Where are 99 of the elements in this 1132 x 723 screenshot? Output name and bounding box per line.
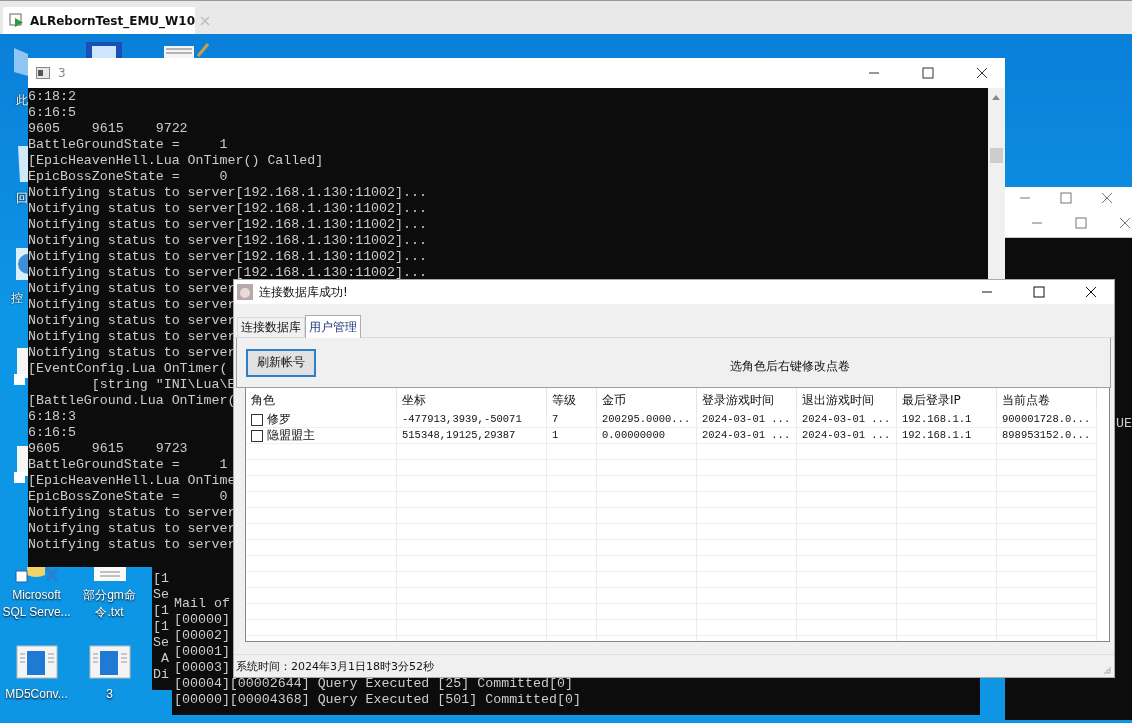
console-line: [00004][00002644] Query Executed [25] Committed[0] [174,676,573,691]
console-line: Notifying status to server [28,297,236,312]
console-line: 6:18:2 [28,89,76,104]
console-line: [00001] [174,644,230,659]
window-icon[interactable] [14,642,59,682]
scroll-thumb[interactable] [990,148,1003,163]
console-line: Notifying status to server [28,537,236,552]
maximize-icon [1033,286,1045,298]
console-line: Notifying status to server [28,313,236,328]
table-cell: 2024-03-01 ... [797,412,897,428]
role-name: 修罗 [267,412,291,427]
scroll-up-icon[interactable] [992,95,1000,100]
minimize-icon [981,291,993,293]
console-line: A [159,651,169,666]
close-icon[interactable] [1100,192,1113,204]
console-line: BattleGroundState = 1 [28,137,228,152]
console-line: Notifying status to server [28,521,236,536]
console-line: [00003] [174,660,230,675]
console-line: Notifying status to server[192.168.1.130:11002]... [28,185,427,200]
shortcut-file-icon[interactable] [14,346,28,386]
table-cell: 192.168.1.1 [897,412,997,428]
close-icon[interactable] [1119,217,1131,229]
vm-icon [9,12,25,29]
checkbox[interactable] [251,429,263,442]
console-line: [1 [153,619,169,634]
icon-label: 部分gm命令.txt [82,587,137,621]
icon-label: Microsoft SQL Serve... [1,587,72,621]
console-line: 6:18:3 [28,409,76,424]
column-header[interactable]: 最后登录IP [897,388,997,412]
console-line: Notifying status to server [28,505,236,520]
table-cell: 7 [547,412,597,428]
console-line: 9605 9615 9722 [28,121,188,136]
console-line: Notifying status to server[192.168.1.130:11002]... [28,201,427,216]
console-line: Notifying status to server [28,329,236,344]
icon-label: 3 [106,686,113,703]
console-line: [EpicHeavenHell.Lua OnTimer() Called] [28,153,324,168]
database-icon[interactable] [14,567,59,583]
close-icon [976,67,988,79]
maximize-icon[interactable] [1060,192,1072,204]
icon-label: 控 [11,290,23,307]
column-header[interactable]: 等级 [547,388,597,412]
icon-label: MD5Conv... [5,686,68,703]
hint-text: 选角色后右键修改点卷 [730,358,850,375]
column-header[interactable]: 当前点卷 [997,388,1097,412]
table-cell: 200295.0000... [597,412,697,428]
console-line: [00002] [174,628,230,643]
icon-label: 回 [16,190,28,207]
console-line: [00000] [174,612,230,627]
checkbox[interactable] [251,413,263,426]
console-line: Se [153,635,169,650]
maximize-icon [922,67,934,79]
column-header[interactable]: 角色 [246,388,397,412]
console-line: EpicBossZoneState = 0 [28,489,228,504]
maximize-icon[interactable] [1075,217,1087,229]
tab[interactable]: 连接数据库 [237,317,305,337]
console-line: 6:16:5 [28,425,76,440]
console-line: EpicBossZoneState = 0 [28,169,228,184]
console-icon [36,67,50,79]
console-line: Notifying status to server [28,345,236,360]
column-header[interactable]: 退出游戏时间 [797,388,897,412]
table-cell: 900001728.0... [997,412,1097,428]
console-line: Notifying status to server[192.168.1.130:11002]... [28,217,427,232]
console-line: [EventConfig.Lua OnTimer( [28,361,228,376]
console-line: BattleGroundState = 1 [28,457,228,472]
console-line: Notifying status to server [28,281,236,296]
console-line: UE [1116,416,1132,431]
shortcut-file-icon[interactable] [14,444,28,484]
notepad-icon[interactable] [162,42,212,58]
console-line: Notifying status to server[192.168.1.130:11002]... [28,265,427,280]
refresh-button[interactable]: 刷新帐号 [246,348,316,377]
icon-label: 此 [16,92,28,109]
console-line: 6:16:5 [28,105,76,120]
console-line: Se [153,587,169,602]
avatar-icon [237,284,253,300]
resize-grip-icon[interactable] [1103,666,1111,674]
minimize-icon [868,72,880,74]
console-line: Mail of [174,596,230,611]
column-header[interactable]: 登录游戏时间 [697,388,797,412]
column-header[interactable]: 金币 [597,388,697,412]
window-title: 3 [58,66,66,80]
console-line: [00000][00004368] Query Executed [501] Committed[0] [174,692,581,707]
table-cell: -477913,3939,-50071 [397,412,547,428]
status-text: 系统时间：2024年3月1日18时3分52秒 [236,658,435,674]
console-line: Notifying status to server[192.168.1.130:11002]... [28,233,427,248]
tab[interactable]: 用户管理 [305,315,361,338]
close-icon [1085,286,1097,298]
console-line: [string "INI\Lua\E [90,377,236,392]
console-line: [1 [153,603,169,618]
column-header[interactable]: 坐标 [397,388,547,412]
console-line: [EpicHeavenHell.Lua OnTime [28,473,236,488]
window-title: 连接数据库成功! [259,283,348,301]
console-line: [BattleGround.Lua OnTimer( [28,393,236,408]
console-line: Notifying status to server[192.168.1.130:11002]... [28,249,427,264]
table-cell: 2024-03-01 ... [697,412,797,428]
window-icon[interactable] [87,642,132,682]
role-name: 隐盟盟主 [267,428,315,443]
console-line: [1 [153,571,169,586]
console-line: Di [153,667,169,682]
console-line: 9605 9615 9723 [28,441,188,456]
